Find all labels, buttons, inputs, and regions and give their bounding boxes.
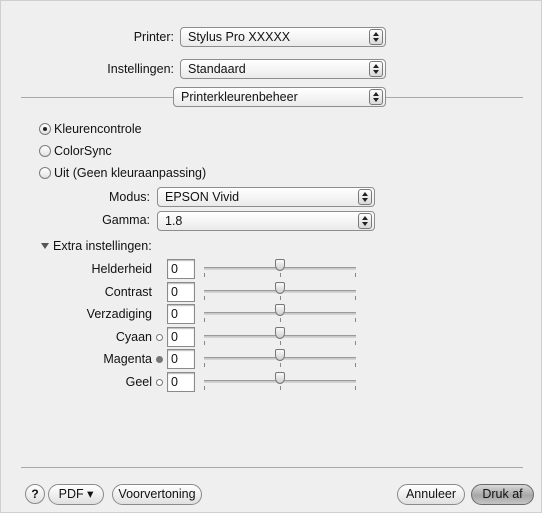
slider-label-text: Contrast	[104, 285, 152, 299]
slider-tick	[280, 341, 281, 345]
popup-arrows-icon	[369, 61, 383, 77]
adjustment-slider[interactable]	[204, 282, 356, 302]
slider-tick	[280, 318, 281, 322]
slider-tick	[204, 386, 205, 390]
slider-tick	[280, 386, 281, 390]
slider-label: Helderheid	[41, 262, 163, 276]
popup-arrows-icon	[358, 213, 372, 229]
slider-thumb[interactable]	[275, 349, 285, 361]
slider-thumb[interactable]	[275, 304, 285, 316]
separator-right	[386, 97, 523, 98]
slider-label: Cyaan	[41, 330, 163, 344]
extra-settings-label: Extra instellingen:	[53, 239, 152, 253]
slider-value-field[interactable]: 0	[167, 259, 195, 279]
settings-value: Standaard	[188, 62, 246, 76]
print-button[interactable]: Druk af	[471, 484, 534, 505]
slider-label-text: Helderheid	[91, 262, 152, 276]
footer-separator	[21, 467, 523, 468]
slider-tick	[355, 296, 356, 300]
preview-button[interactable]: Voorvertoning	[112, 484, 202, 505]
slider-label: Verzadiging	[41, 307, 163, 321]
slider-tick	[204, 273, 205, 277]
slider-tick	[204, 318, 205, 322]
slider-tick	[204, 363, 205, 367]
radio-kleurencontrole[interactable]: Kleurencontrole	[39, 122, 142, 136]
slider-label-text: Magenta	[103, 352, 152, 366]
cancel-button[interactable]: Annuleer	[397, 484, 465, 505]
adjustment-slider[interactable]	[204, 259, 356, 279]
slider-label-text: Cyaan	[115, 330, 152, 344]
slider-tick	[355, 363, 356, 367]
slider-label: Magenta	[41, 352, 163, 366]
pdf-menu-button[interactable]: PDF ▾	[48, 484, 104, 505]
separator-left	[21, 97, 173, 98]
slider-tick	[204, 296, 205, 300]
panel-popup[interactable]: Printerkleurenbeheer	[173, 87, 386, 107]
radio-label: Kleurencontrole	[54, 122, 142, 136]
slider-thumb[interactable]	[275, 327, 285, 339]
gamma-label: Gamma:	[102, 213, 150, 227]
slider-label: Contrast	[41, 285, 163, 299]
radio-button-off	[39, 145, 51, 157]
popup-arrows-icon	[369, 89, 383, 105]
slider-label-text: Verzadiging	[86, 307, 152, 321]
extra-settings-disclosure[interactable]: Extra instellingen:	[41, 239, 152, 253]
slider-value-field[interactable]: 0	[167, 372, 195, 392]
disclosure-triangle-icon	[41, 243, 49, 249]
printer-label: Printer:	[133, 30, 174, 44]
gamma-popup[interactable]: 1.8	[157, 211, 375, 231]
slider-tick	[355, 386, 356, 390]
printer-value: Stylus Pro XXXXX	[188, 30, 291, 44]
yellow-dot-icon	[156, 379, 163, 386]
slider-thumb[interactable]	[275, 282, 285, 294]
cyan-dot-icon	[156, 334, 163, 341]
radio-button-on	[39, 123, 51, 135]
slider-value-field[interactable]: 0	[167, 327, 195, 347]
radio-button-off	[39, 167, 51, 179]
adjustment-slider[interactable]	[204, 304, 356, 324]
popup-arrows-icon	[358, 189, 372, 205]
settings-popup[interactable]: Standaard	[180, 59, 386, 79]
slider-tick	[355, 273, 356, 277]
slider-label-text: Geel	[125, 375, 152, 389]
slider-label: Geel	[41, 375, 163, 389]
print-dialog: Printer: Stylus Pro XXXXX Instellingen: …	[0, 0, 542, 513]
slider-tick	[280, 273, 281, 277]
printer-popup[interactable]: Stylus Pro XXXXX	[180, 27, 386, 47]
slider-tick	[280, 363, 281, 367]
mode-popup[interactable]: EPSON Vivid	[157, 187, 375, 207]
adjustment-slider[interactable]	[204, 372, 356, 392]
radio-label: ColorSync	[54, 144, 112, 158]
slider-thumb[interactable]	[275, 259, 285, 271]
settings-label: Instellingen:	[107, 62, 174, 76]
slider-value-field[interactable]: 0	[167, 304, 195, 324]
help-button[interactable]: ?	[25, 484, 45, 504]
slider-value-field[interactable]: 0	[167, 282, 195, 302]
slider-tick	[204, 341, 205, 345]
magenta-dot-icon	[156, 356, 163, 363]
radio-label: Uit (Geen kleuraanpassing)	[54, 166, 207, 180]
mode-label: Modus:	[109, 190, 150, 204]
radio-colorsync[interactable]: ColorSync	[39, 144, 112, 158]
gamma-value: 1.8	[165, 214, 183, 228]
slider-value-field[interactable]: 0	[167, 349, 195, 369]
adjustment-slider[interactable]	[204, 327, 356, 347]
slider-tick	[280, 296, 281, 300]
slider-thumb[interactable]	[275, 372, 285, 384]
slider-tick	[355, 318, 356, 322]
mode-value: EPSON Vivid	[165, 190, 240, 204]
adjustment-slider[interactable]	[204, 349, 356, 369]
radio-uit[interactable]: Uit (Geen kleuraanpassing)	[39, 166, 206, 180]
panel-value: Printerkleurenbeheer	[181, 90, 298, 104]
popup-arrows-icon	[369, 29, 383, 45]
slider-tick	[355, 341, 356, 345]
